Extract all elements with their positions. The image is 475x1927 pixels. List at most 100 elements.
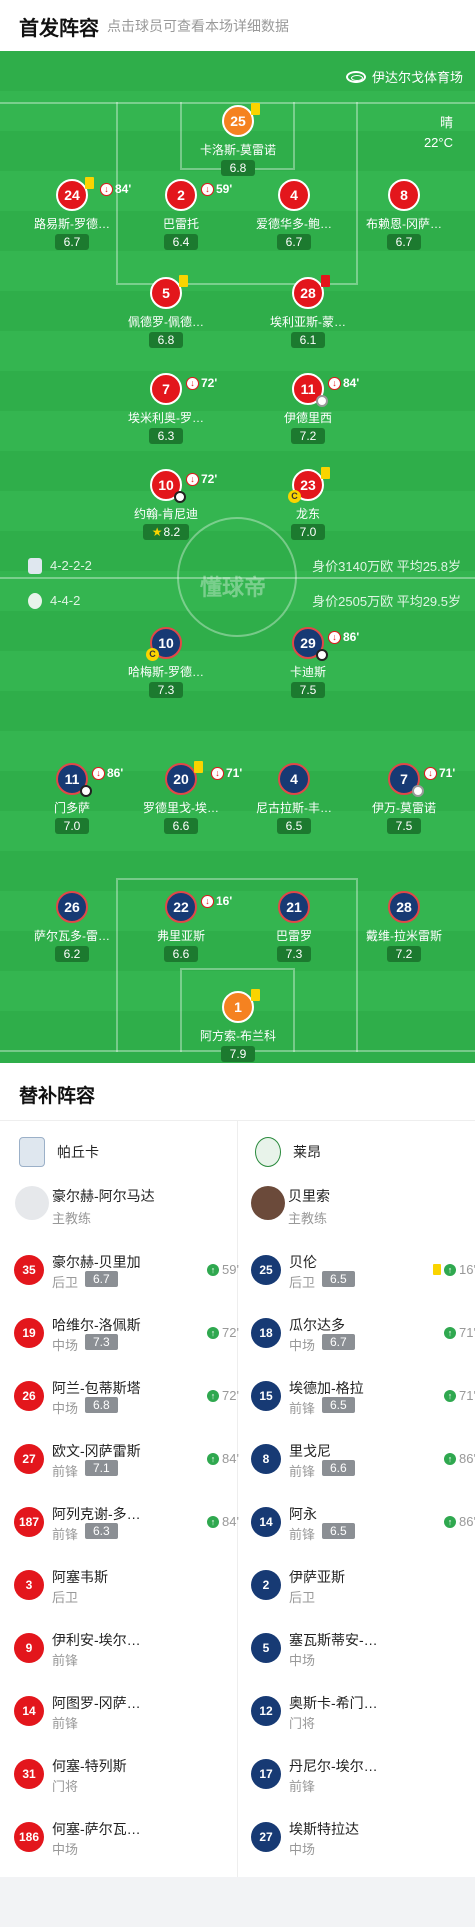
home-player[interactable]: 11 ↓ 84' 伊德里西 7.2 [258, 373, 359, 445]
home-sub-player[interactable]: 14 阿图罗-冈萨… 前锋 [14, 1691, 239, 1731]
player-rating: 7.2 [386, 946, 422, 962]
sub-off-icon: ↓ [100, 182, 113, 196]
home-player[interactable]: 2 ↓ 59' 巴雷托 6.4 [131, 179, 232, 251]
sub-rating: 7.1 [85, 1460, 118, 1476]
home-player[interactable]: 10 ↓ 72' 约翰-肯尼迪 ★8.2 [116, 469, 217, 541]
sub-name: 阿塞韦斯 [52, 1569, 108, 1585]
red-card-icon [321, 275, 330, 287]
away-player[interactable]: 29 ↓ 86' 卡迪斯 7.5 [258, 627, 359, 699]
sub-number: 2 [251, 1570, 281, 1600]
away-player[interactable]: 21 巴雷罗 7.3 [244, 891, 344, 963]
home-team-header[interactable]: 帕丘卡 [19, 1137, 99, 1167]
player-name: 巴雷罗 [275, 929, 312, 943]
sub-number: 187 [14, 1507, 44, 1537]
sub-name: 何塞-萨尔瓦… [52, 1821, 141, 1837]
sub-event: ↓ 86' [92, 759, 123, 787]
home-coach[interactable]: 豪尔赫-阿尔马达 主教练 [15, 1186, 230, 1226]
captain-icon: C [288, 490, 301, 503]
away-coach[interactable]: 贝里索 主教练 [251, 1186, 466, 1226]
away-sub-player[interactable]: 12 奥斯卡-希门… 门将 [251, 1691, 475, 1731]
home-team-info: 4-2-2-2 身价3140万欧 平均25.8岁 [28, 556, 461, 575]
player-number: 25 [222, 103, 260, 137]
away-sub-player[interactable]: 8 里戈尼 前锋 6.6 ↑ 86' [251, 1439, 475, 1479]
away-player[interactable]: 4 尼古拉斯-丰… 6.5 [244, 763, 344, 835]
sub-number: 5 [251, 1633, 281, 1663]
star-icon: ★ [151, 525, 163, 539]
sub-name: 丹尼尔-埃尔… [289, 1758, 378, 1774]
sub-event: ↓ 59' [201, 175, 232, 203]
sub-rating: 6.7 [322, 1334, 355, 1350]
sub-position: 前锋 [289, 1527, 316, 1542]
sub-number: 186 [14, 1822, 44, 1852]
sub-name: 里戈尼 [289, 1443, 331, 1459]
home-sub-player[interactable]: 35 豪尔赫-贝里加 后卫 6.7 ↑ 59' [14, 1250, 239, 1290]
weather: 晴 22°C [424, 113, 453, 153]
away-sub-player[interactable]: 2 伊萨亚斯 后卫 [251, 1565, 475, 1605]
home-player[interactable]: 7 ↓ 72' 埃米利奥-罗… 6.3 [116, 373, 217, 445]
home-sub-player[interactable]: 186 何塞-萨尔瓦… 中场 [14, 1817, 239, 1857]
home-sub-player[interactable]: 3 阿塞韦斯 后卫 [14, 1565, 239, 1605]
sub-in-time: ↑ 71' [444, 1388, 475, 1403]
away-sub-player[interactable]: 18 瓜尔达多 中场 6.7 ↑ 71' [251, 1313, 475, 1353]
away-sub-player[interactable]: 17 丹尼尔-埃尔… 前锋 [251, 1754, 475, 1794]
player-name: 尼古拉斯-丰… [256, 801, 332, 815]
home-sub-player[interactable]: 9 伊利安-埃尔… 前锋 [14, 1628, 239, 1668]
away-player[interactable]: 28 戴维-拉米雷斯 7.2 [354, 891, 454, 963]
sub-rating: 6.6 [322, 1460, 355, 1476]
home-sub-player[interactable]: 31 何塞-特列斯 门将 [14, 1754, 239, 1794]
goal-ball-icon [174, 491, 186, 503]
home-sub-player[interactable]: 26 阿兰-包蒂斯塔 中场 6.8 ↑ 72' [14, 1376, 239, 1416]
sub-in-icon: ↑ [207, 1326, 220, 1339]
sub-off-icon: ↓ [424, 766, 437, 780]
home-player[interactable]: 5 佩德罗-佩德… 6.8 [116, 275, 216, 349]
home-player[interactable]: 23 C 龙东 7.0 [258, 467, 358, 541]
home-player[interactable]: 8 布赖恩-冈萨… 6.7 [354, 179, 454, 251]
home-player[interactable]: 24 ↓ 84' 路易斯-罗德… 6.7 [22, 177, 131, 251]
away-sub-player[interactable]: 25 贝伦 后卫 6.5 ↑ 16' [251, 1250, 475, 1290]
home-player[interactable]: 4 爱德华多-鲍… 6.7 [244, 179, 344, 251]
player-number: 28 [292, 275, 330, 309]
sub-position: 前锋 [52, 1716, 79, 1731]
player-name: 弗里亚斯 [156, 929, 205, 943]
player-rating: 7.9 [220, 1046, 256, 1062]
sub-event: ↓ 84' [100, 175, 131, 203]
player-rating: 7.3 [276, 946, 312, 962]
home-player-goalkeeper[interactable]: 25 卡洛斯-莫雷诺 6.8 [188, 103, 288, 177]
sub-position: 门将 [289, 1716, 316, 1731]
away-sub-player[interactable]: 15 埃德加-格拉 前锋 6.5 ↑ 71' [251, 1376, 475, 1416]
sub-name: 阿永 [289, 1506, 317, 1522]
player-number: 23 C [288, 467, 330, 503]
player-rating: 6.6 [163, 946, 199, 962]
sub-in-icon: ↑ [444, 1452, 457, 1465]
sub-off-icon: ↓ [328, 630, 341, 644]
sub-rating: 6.7 [85, 1271, 118, 1287]
away-player[interactable]: 7 ↓ 71' 伊万-莫雷诺 7.5 [354, 763, 455, 835]
player-number: 4 [278, 763, 310, 795]
away-sub-player[interactable]: 5 塞瓦斯蒂安-… 中场 [251, 1628, 475, 1668]
player-rating: 6.2 [54, 946, 90, 962]
away-player[interactable]: 11 ↓ 86' 门多萨 7.0 [22, 763, 123, 835]
sub-in-time: ↑ 16' [433, 1262, 475, 1277]
away-player[interactable]: 22 ↓ 16' 弗里亚斯 6.6 [131, 891, 232, 963]
away-sub-player[interactable]: 14 阿永 前锋 6.5 ↑ 86' [251, 1502, 475, 1542]
away-sub-player[interactable]: 27 埃斯特拉达 中场 [251, 1817, 475, 1857]
home-player[interactable]: 28 埃利亚斯-蒙… 6.1 [258, 275, 358, 349]
away-player[interactable]: 10 C 哈梅斯-罗德… 7.3 [116, 627, 216, 699]
away-player-goalkeeper[interactable]: 1 阿方索-布兰科 7.9 [188, 989, 288, 1063]
home-sub-player[interactable]: 19 哈维尔-洛佩斯 中场 7.3 ↑ 72' [14, 1313, 239, 1353]
player-number: 11 ↓ 84' [292, 373, 359, 407]
player-rating: 6.7 [386, 234, 422, 250]
player-number: 22 ↓ 16' [165, 891, 232, 923]
sub-number: 14 [251, 1507, 281, 1537]
home-sub-player[interactable]: 27 欧文-冈萨雷斯 前锋 7.1 ↑ 84' [14, 1439, 239, 1479]
away-player[interactable]: 26 萨尔瓦多-雷… 6.2 [22, 891, 122, 963]
sub-number: 27 [251, 1822, 281, 1852]
away-team-header[interactable]: 莱昂 [255, 1137, 321, 1167]
sub-number: 26 [14, 1381, 44, 1411]
yellow-card-icon [85, 177, 94, 189]
away-player[interactable]: 20 ↓ 71' 罗德里戈-埃… 6.6 [131, 761, 242, 835]
weather-temperature: 22°C [423, 135, 453, 150]
home-sub-player[interactable]: 187 阿列克谢-多… 前锋 6.3 ↑ 84' [14, 1502, 239, 1542]
sub-number: 8 [251, 1444, 281, 1474]
player-rating: 6.7 [54, 234, 90, 250]
